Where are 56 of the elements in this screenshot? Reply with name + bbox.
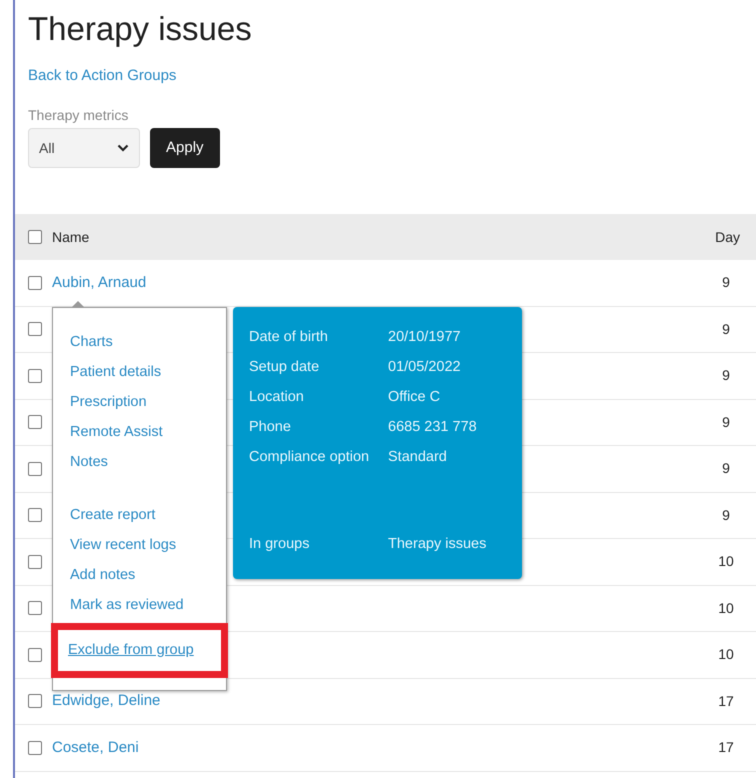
- info-value: Therapy issues: [388, 535, 486, 554]
- checkbox[interactable]: [28, 462, 42, 476]
- checkbox[interactable]: [28, 601, 42, 616]
- info-label: Phone: [249, 418, 292, 438]
- checkbox[interactable]: [28, 694, 42, 708]
- info-label: Compliance option: [249, 448, 370, 468]
- column-header: Name: [52, 228, 90, 246]
- apply-button[interactable]: Apply: [150, 128, 220, 168]
- menu-item[interactable]: Patient details: [70, 357, 162, 387]
- patient-link[interactable]: Cosete, Deni: [52, 736, 139, 759]
- column-header: Day: [715, 228, 740, 247]
- info-label: In groups: [249, 535, 310, 554]
- table-cell-text: 10: [717, 552, 735, 572]
- info-label: Setup date: [249, 358, 320, 378]
- menu-item[interactable]: View recent logs: [70, 530, 176, 560]
- table-cell-text: 10: [717, 598, 735, 618]
- info-value: 20/10/1977: [388, 328, 461, 348]
- checkbox[interactable]: [28, 740, 42, 755]
- chevron-down-icon: [117, 144, 129, 152]
- table-cell-text: 17: [717, 738, 735, 758]
- table-cell-text: 10: [717, 645, 735, 664]
- filter-label: Therapy metrics: [28, 106, 128, 125]
- info-label: Location: [249, 388, 305, 408]
- menu-item[interactable]: Mark as reviewed: [70, 590, 184, 620]
- checkbox[interactable]: [28, 322, 42, 336]
- info-value: Office C: [388, 388, 440, 408]
- checkbox[interactable]: [28, 508, 42, 522]
- checkbox[interactable]: [28, 368, 42, 383]
- table-cell-text: 9: [721, 459, 731, 478]
- table-cell-text: 9: [721, 320, 731, 339]
- table-cell-text: 9: [721, 366, 731, 386]
- checkbox[interactable]: [28, 648, 42, 662]
- menu-item[interactable]: Exclude from group: [68, 640, 194, 662]
- page-title: Therapy issues: [28, 9, 252, 49]
- menu-item[interactable]: Notes: [70, 447, 108, 477]
- menu-item[interactable]: Remote Assist: [70, 417, 163, 447]
- table-cell-text: 9: [721, 506, 731, 525]
- info-value: Standard: [388, 448, 447, 468]
- menu-item[interactable]: Add notes: [70, 560, 136, 590]
- checkbox[interactable]: [28, 415, 42, 430]
- back-link[interactable]: Back to Action Groups: [28, 66, 176, 86]
- info-label: Date of birth: [249, 328, 329, 348]
- menu-item[interactable]: Charts: [70, 327, 113, 357]
- table-cell-text: 9: [721, 412, 731, 432]
- info-value: 6685 231 778: [388, 418, 477, 438]
- metrics-select[interactable]: All: [28, 128, 140, 168]
- menu-item[interactable]: Create report: [70, 500, 156, 530]
- info-value: 01/05/2022: [388, 358, 461, 378]
- patient-link[interactable]: Edwidge, Deline: [52, 690, 160, 712]
- checkbox[interactable]: [28, 276, 42, 290]
- patient-link[interactable]: Aubin, Arnaud: [52, 272, 146, 294]
- table-cell-text: 17: [717, 692, 735, 711]
- checkbox[interactable]: [28, 554, 42, 569]
- table-cell-text: 9: [721, 273, 731, 292]
- menu-item[interactable]: Prescription: [70, 387, 147, 417]
- checkbox[interactable]: [28, 230, 42, 244]
